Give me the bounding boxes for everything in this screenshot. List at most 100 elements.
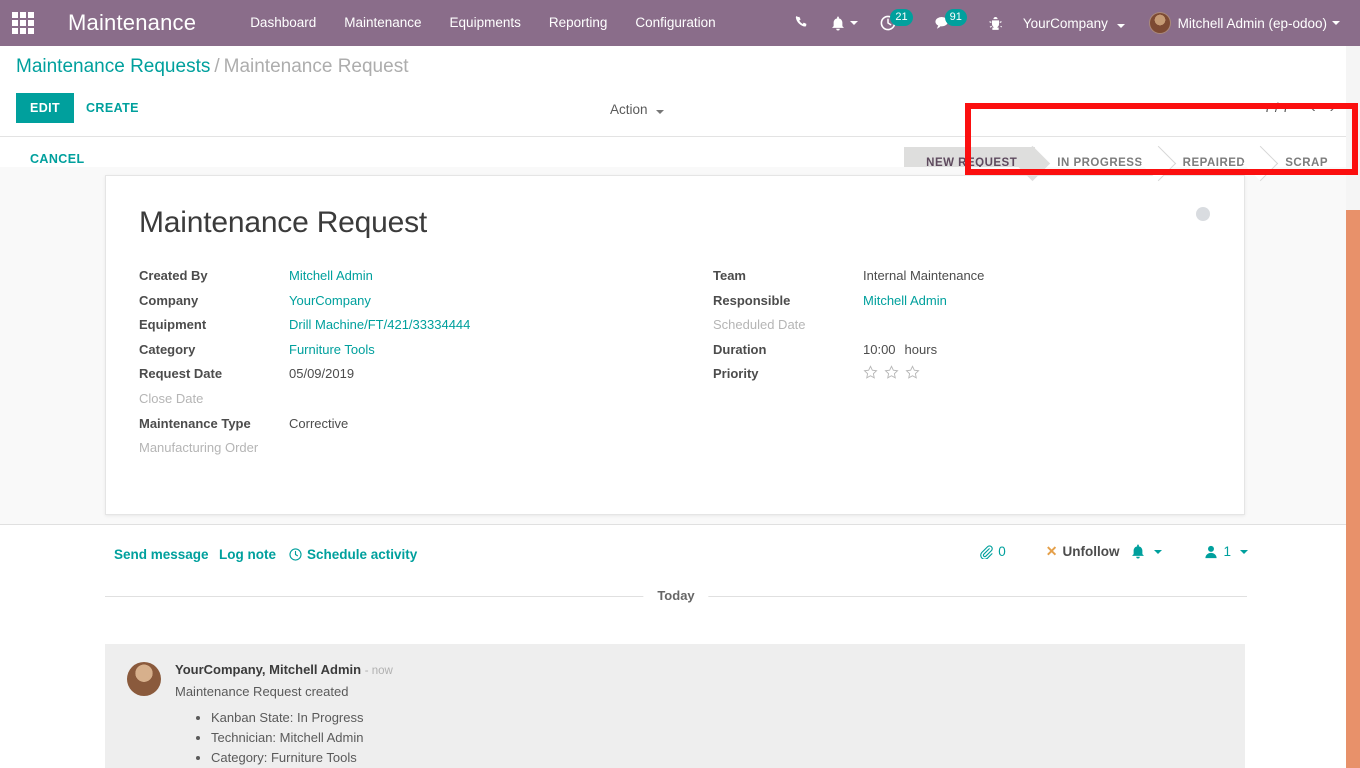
field-value: 05/09/2019 (289, 366, 355, 382)
field-scheduled-date: Scheduled Date (713, 317, 1244, 342)
field-value: Corrective (289, 415, 349, 431)
field-label: Created By (139, 268, 208, 283)
bell-icon[interactable] (820, 0, 869, 46)
menu-item-equipments[interactable]: Equipments (436, 0, 535, 46)
field-value[interactable]: Drill Machine/FT/421/33334444 (289, 317, 470, 332)
bug-icon[interactable] (978, 0, 1013, 46)
field-equipment: Equipment Drill Machine/FT/421/33334444 (139, 317, 675, 342)
menu-item-dashboard[interactable]: Dashboard (236, 0, 330, 46)
message-body: Maintenance Request created Kanban State… (175, 682, 393, 768)
form-sheet: Maintenance Request Created By Mitchell … (105, 175, 1245, 515)
list-item: Category: Furniture Tools (211, 748, 393, 768)
form-column-left: Created By Mitchell Admin Company YourCo… (106, 268, 675, 465)
date-separator: Today (105, 581, 1247, 611)
field-value[interactable]: Furniture Tools (289, 342, 375, 357)
field-maintenance-type: Maintenance Type Corrective (139, 416, 675, 441)
chatter-toolbar: Send message Log note Schedule activity … (0, 525, 1352, 581)
pager-next-icon[interactable]: › (1323, 99, 1342, 115)
field-unit: hours (904, 341, 938, 357)
field-company: Company YourCompany (139, 293, 675, 318)
avatar (1148, 12, 1171, 34)
pager-previous-icon[interactable]: ‹ (1303, 99, 1322, 115)
unfollow-button[interactable]: ✕ Unfollow (1046, 543, 1120, 560)
message-bullet-list: Kanban State: In Progress Technician: Mi… (175, 708, 393, 768)
phone-icon[interactable] (784, 0, 820, 46)
page-title: Maintenance Request (139, 206, 428, 239)
field-label: Equipment (139, 317, 207, 333)
user-menu[interactable]: Mitchell Admin (ep-odoo) (1135, 12, 1350, 34)
chatter: Send message Log note Schedule activity … (0, 524, 1352, 768)
company-switcher-label: YourCompany (1022, 15, 1108, 31)
create-button[interactable]: CREATE (76, 93, 149, 123)
date-separator-label: Today (643, 581, 709, 611)
star-icon[interactable] (905, 365, 920, 380)
list-item: Kanban State: In Progress (211, 708, 393, 728)
breadcrumb-link-maintenance-requests[interactable]: Maintenance Requests (16, 56, 210, 77)
field-label: Responsible (713, 292, 791, 308)
unfollow-label: Unfollow (1062, 544, 1120, 559)
field-category: Category Furniture Tools (139, 342, 675, 367)
bell-icon (1132, 544, 1145, 559)
chevron-down-icon (1240, 549, 1248, 554)
breadcrumb-current: Maintenance Request (223, 56, 409, 77)
close-icon: ✕ (1045, 543, 1058, 559)
app-brand-title[interactable]: Maintenance (68, 10, 196, 36)
log-note-button[interactable]: Log note (219, 547, 276, 562)
field-manufacturing-order: Manufacturing Order (139, 440, 675, 465)
follower-count: 1 (1223, 544, 1231, 559)
activity-count-badge: 21 (890, 8, 913, 26)
chevron-down-icon (850, 21, 859, 25)
field-created-by: Created By Mitchell Admin (139, 268, 675, 293)
message-author[interactable]: YourCompany, Mitchell Admin (175, 662, 361, 677)
navbar-right-group: 21 91 YourCompany Mitchell Admin (ep-odo… (784, 0, 1360, 46)
field-value: Internal Maintenance (863, 268, 985, 283)
followers-counter[interactable]: 1 (1204, 544, 1248, 559)
chatter-stats: 0 ✕ Unfollow 1 (979, 543, 1248, 560)
field-value[interactable]: Mitchell Admin (863, 293, 947, 308)
field-label: Close Date (139, 390, 204, 406)
field-value: 10:00 (863, 341, 896, 357)
messages-icon[interactable]: 91 (924, 0, 978, 46)
menu-item-maintenance[interactable]: Maintenance (330, 0, 435, 46)
breadcrumb: Maintenance Requests / Maintenance Request (16, 56, 408, 78)
schedule-activity-button[interactable]: Schedule activity (289, 547, 417, 562)
message-item: YourCompany, Mitchell Admin - now Mainte… (105, 644, 1245, 768)
page-scrollbar-thumb[interactable] (1346, 210, 1360, 768)
cancel-button[interactable]: CANCEL (24, 151, 90, 167)
star-icon[interactable] (884, 365, 899, 380)
field-label: Category (139, 341, 196, 357)
followers-subscription-dropdown[interactable] (1131, 544, 1163, 559)
edit-button[interactable]: EDIT (16, 93, 75, 123)
menu-item-configuration[interactable]: Configuration (621, 0, 729, 46)
field-value[interactable]: YourCompany (289, 293, 371, 308)
chevron-down-icon (1116, 23, 1125, 28)
company-switcher[interactable]: YourCompany (1013, 16, 1135, 31)
kanban-state-indicator[interactable] (1196, 207, 1210, 221)
field-close-date: Close Date (139, 391, 675, 416)
attachment-counter[interactable]: 0 (979, 544, 1006, 559)
message-text: Maintenance Request created (175, 684, 349, 699)
action-dropdown-label: Action (610, 102, 648, 117)
schedule-activity-label: Schedule activity (307, 547, 418, 562)
attachment-count: 0 (998, 544, 1006, 559)
messages-count-badge: 91 (944, 8, 967, 26)
page-scrollbar-track[interactable] (1346, 46, 1360, 768)
send-message-button[interactable]: Send message (114, 547, 209, 562)
user-icon (1205, 545, 1218, 558)
field-label: Manufacturing Order (139, 440, 259, 456)
chevron-down-icon (1332, 21, 1340, 25)
main-menu: Dashboard Maintenance Equipments Reporti… (236, 0, 730, 46)
field-label: Duration (713, 341, 767, 357)
action-dropdown[interactable]: Action (610, 102, 665, 117)
field-value[interactable]: Mitchell Admin (289, 268, 373, 283)
field-team: Team Internal Maintenance (713, 268, 1244, 293)
apps-menu-icon[interactable] (0, 0, 46, 46)
menu-item-reporting[interactable]: Reporting (535, 0, 622, 46)
activity-clock-icon[interactable]: 21 (869, 0, 923, 46)
priority-stars (863, 365, 920, 380)
message-header: YourCompany, Mitchell Admin - now (175, 662, 393, 677)
star-icon[interactable] (863, 365, 878, 380)
field-label: Priority (713, 366, 759, 382)
field-responsible: Responsible Mitchell Admin (713, 293, 1244, 318)
message-content: YourCompany, Mitchell Admin - now Mainte… (175, 662, 393, 768)
